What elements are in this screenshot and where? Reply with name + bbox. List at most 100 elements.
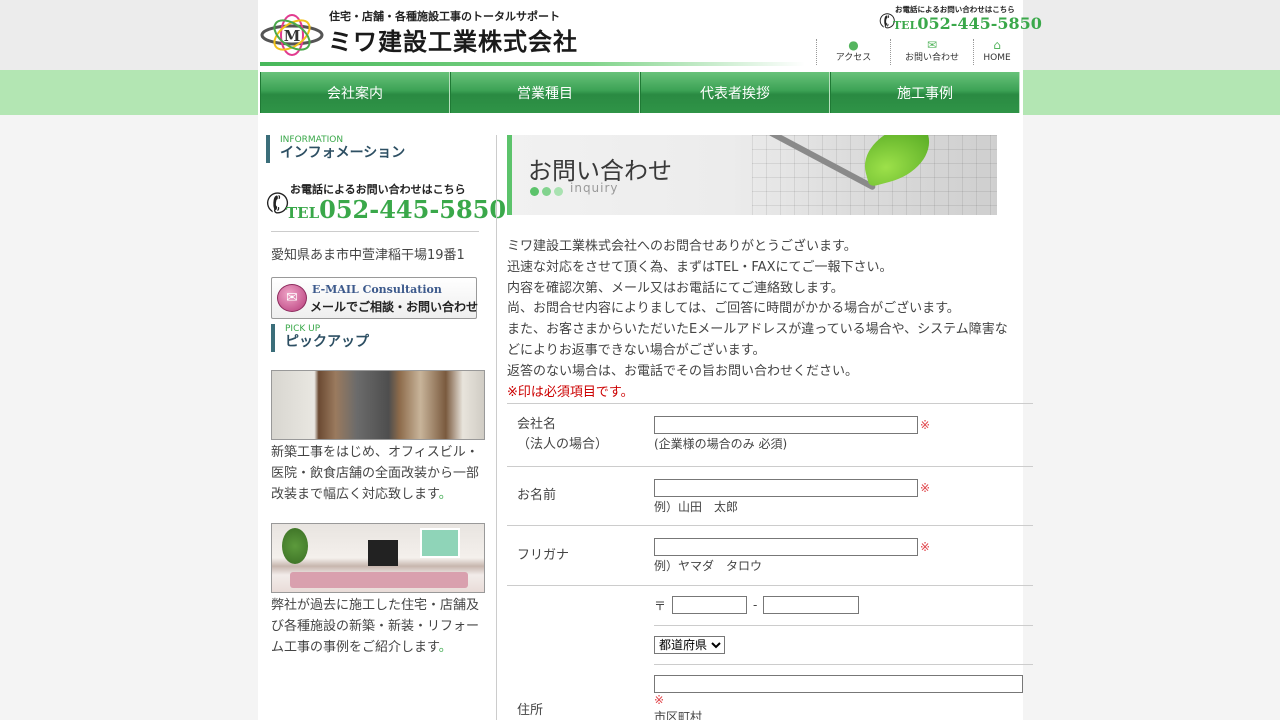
required-mark: ※ [920, 540, 931, 555]
company-label-main: 会社名 [517, 417, 557, 433]
zip-separator: - [753, 598, 758, 613]
sidebar-phone-block: ✆ お電話によるお問い合わせはこちら TEL052-445-5850 [261, 181, 506, 227]
header-tel-number: TEL052-445-5850 [893, 14, 1042, 33]
kana-field-cell: ※ 例）ヤマダ タロウ [654, 526, 1033, 585]
contact-link-label: お問い合わせ [904, 53, 959, 63]
header-tel-digits: 052-445-5850 [917, 14, 1042, 33]
pickup-image-works[interactable] [271, 523, 485, 593]
pickup-heading-en: PICK UP [285, 324, 321, 334]
main-content: お問い合わせ inquiry ミワ建設工業株式会社へのお問合せありがとうございま… [507, 135, 1033, 720]
required-mark: ※ [920, 481, 931, 496]
table-shape [290, 572, 468, 588]
address-label: 住所 [517, 703, 544, 719]
information-heading-jp: インフォメーション [280, 145, 406, 161]
prefecture-row: 都道府県 [654, 626, 1033, 666]
city-row: ※ 市区町村 [654, 665, 1033, 720]
nav-item-greeting[interactable]: 代表者挨拶 [640, 72, 830, 113]
kana-hint: 例）ヤマダ タロウ [654, 559, 763, 574]
tv-shape [368, 540, 398, 566]
zip-first-input[interactable] [672, 596, 748, 615]
address-input[interactable] [654, 675, 1023, 694]
required-mark: ※ [654, 693, 665, 708]
prefecture-select[interactable]: 都道府県 [654, 636, 725, 655]
page-subtitle: inquiry [570, 181, 619, 195]
zip-prefix: 〒 [654, 598, 667, 613]
access-link-label: アクセス [835, 53, 872, 63]
pickup-text-works-dot: 。 [438, 640, 452, 655]
intro-line: 返答のない場合は、お電話でその旨お問い合わせください。 [507, 363, 859, 379]
header-phone-block: ✆ お電話によるお問い合わせはこちら TEL052-445-5850 [875, 4, 1042, 35]
dot-1 [530, 187, 539, 196]
name-input[interactable] [654, 479, 918, 498]
intro-line: また、お客さまからいただいたEメールアドレスが違っている場合や、システム障害など… [507, 322, 1008, 358]
required-mark: ※ [920, 418, 931, 433]
required-note: ※印は必須項目です。 [507, 384, 634, 400]
home-icon: ⌂ [993, 38, 1001, 52]
inquiry-form: 会社名 （法人の場合） ※ (企業様の場合のみ 必須) お名前 ※ 例）山田 太… [507, 403, 1033, 720]
zip-group: 〒 - [654, 596, 1033, 615]
pickup-heading-jp: ピックアップ [285, 334, 369, 350]
name-hint: 例）山田 太郎 [654, 500, 739, 515]
home-link[interactable]: ⌂ HOME [973, 39, 1020, 65]
intro-text: ミワ建設工業株式会社へのお問合せありがとうございます。 迅速な対応をさせて頂く為… [507, 237, 1017, 403]
email-button-jp: メールでご相談・お問い合わせ [310, 300, 479, 314]
company-name[interactable]: ミワ建設工業株式会社 [328, 22, 578, 57]
zip-second-input[interactable] [763, 596, 860, 615]
name-field-cell: ※ 例）山田 太郎 [654, 467, 1033, 525]
company-address: 愛知県あま市中萱津稲干場19番1 [271, 248, 465, 263]
company-label: 会社名 （法人の場合） [507, 404, 654, 466]
nav-item-company[interactable]: 会社案内 [260, 72, 450, 113]
access-link[interactable]: ● アクセス [816, 39, 890, 65]
pickup-text-works: 弊社が過去に施工した住宅・店舗及び各種施設の新築・新装・リフォーム工事の事例をご… [271, 595, 485, 658]
company-field-cell: ※ (企業様の場合のみ 必須) [654, 404, 1033, 466]
address-field-cell: 〒 - 都道府県 ※ 市区町村 [654, 586, 1033, 720]
plant-shape [282, 528, 308, 564]
page-container: M 住宅・店舗・各種施設工事のトータルサポート ミワ建設工業株式会社 ✆ お電話… [258, 0, 1042, 720]
company-logo-icon[interactable]: M [260, 12, 324, 58]
sidebar-divider [271, 231, 479, 232]
city-hint: 市区町村 [654, 710, 703, 720]
pickup-heading: PICK UP ピックアップ [271, 324, 488, 352]
envelope-icon: ✉ [926, 38, 938, 52]
information-heading-en: INFORMATION [280, 135, 344, 145]
header-divider [260, 62, 805, 66]
header-links: ● アクセス ✉ お問い合わせ ⌂ HOME [816, 39, 1020, 65]
sidebar-tel-number: TEL052-445-5850 [286, 195, 506, 224]
nav-item-works[interactable]: 施工事例 [830, 72, 1020, 113]
mail-icon: ✉ [277, 284, 307, 312]
form-row-name: お名前 ※ 例）山田 太郎 [507, 467, 1033, 527]
company-label-sub: （法人の場合） [517, 437, 609, 453]
contact-link[interactable]: ✉ お問い合わせ [890, 39, 973, 65]
page-banner: お問い合わせ inquiry [507, 135, 997, 215]
email-button-en: E-MAIL Consultation [312, 283, 442, 296]
kana-label: フリガナ [517, 547, 570, 563]
nav-item-business[interactable]: 営業種目 [450, 72, 640, 113]
intro-line: ミワ建設工業株式会社へのお問合せありがとうございます。 [507, 239, 857, 254]
pickup-text-renovation: 新築工事をはじめ、オフィスビル・医院・飲食店舗の全面改装から一部改装まで幅広く対… [271, 442, 485, 505]
header-tel-prefix: TEL [893, 19, 918, 32]
pickup-image-renovation[interactable] [271, 370, 485, 440]
form-row-kana: フリガナ ※ 例）ヤマダ タロウ [507, 526, 1033, 587]
kana-input[interactable] [654, 538, 918, 557]
intro-line: 内容を確認次第、メール又はお電話にてご連絡致します。 [507, 280, 844, 296]
column-divider [496, 135, 497, 720]
window-shape [420, 528, 460, 558]
form-row-address: 住所 〒 - 都道府県 ※ 市区町村 [507, 586, 1033, 720]
pickup-text-renovation-dot: 。 [438, 487, 452, 502]
zip-row: 〒 - [654, 586, 1033, 627]
dot-3 [554, 187, 563, 196]
intro-line: 迅速な対応をさせて頂く為、まずはTEL・FAXにてご一報下さい。 [507, 259, 893, 275]
company-input[interactable] [654, 416, 918, 435]
information-heading: INFORMATION インフォメーション [266, 135, 488, 163]
global-nav: 会社案内 営業種目 代表者挨拶 施工事例 [260, 72, 1020, 113]
email-consultation-button[interactable]: ✉ E-MAIL Consultation メールでご相談・お問い合わせ [271, 277, 479, 319]
home-link-label: HOME [983, 53, 1011, 63]
location-pin-icon: ● [848, 38, 859, 52]
sidebar-tel-digits: 052-445-5850 [319, 195, 507, 224]
name-label: お名前 [517, 488, 557, 504]
company-hint: (企業様の場合のみ 必須) [654, 437, 788, 452]
dot-2 [542, 187, 551, 196]
sidebar: INFORMATION インフォメーション ✆ お電話によるお問い合わせはこちら… [261, 135, 506, 658]
svg-text:M: M [284, 27, 301, 45]
site-header: M 住宅・店舗・各種施設工事のトータルサポート ミワ建設工業株式会社 ✆ お電話… [258, 0, 1042, 70]
